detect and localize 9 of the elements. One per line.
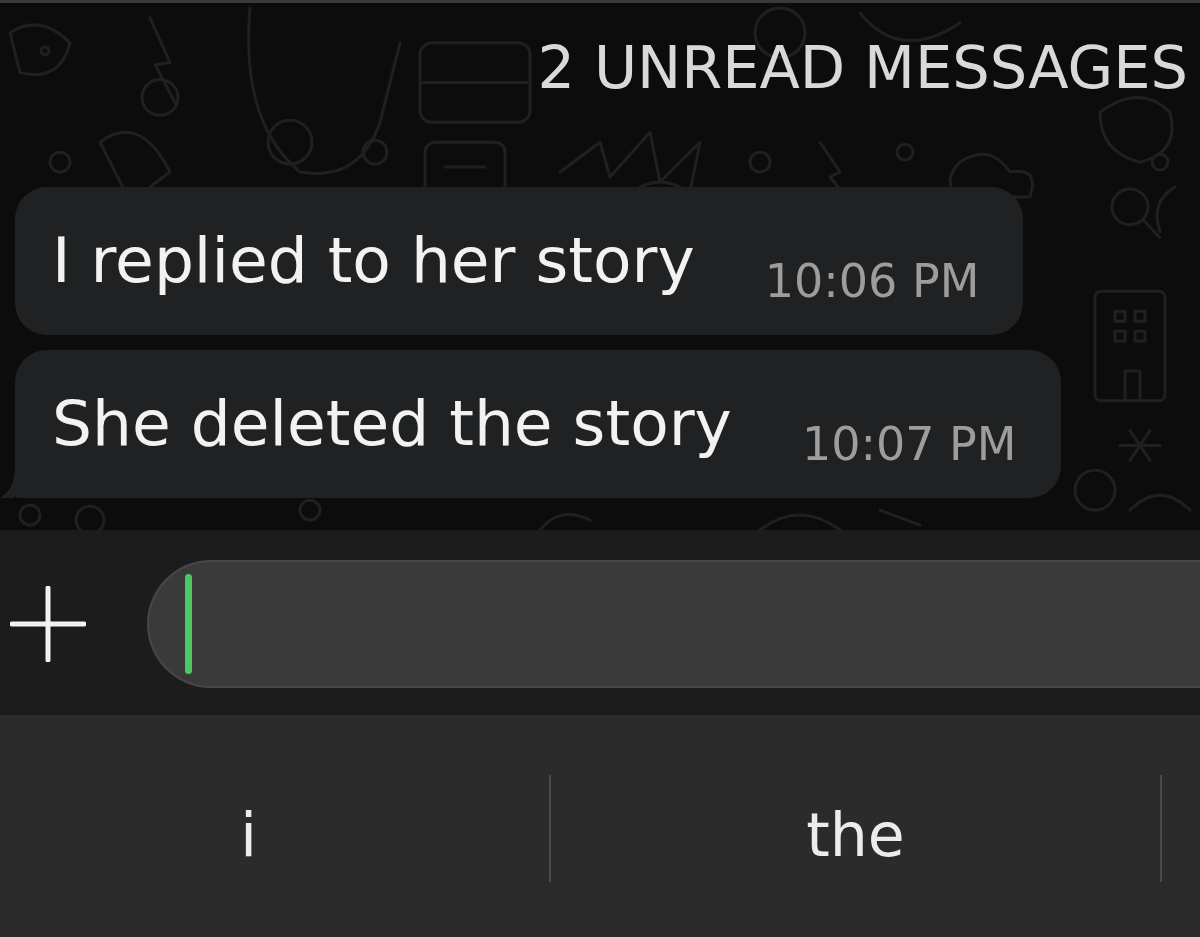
message-time: 10:07 PM [801, 417, 1017, 472]
suggestion-button[interactable]: the [806, 798, 905, 871]
message-text: She deleted the story [52, 386, 732, 462]
unread-messages-label: 2 UNREAD MESSAGES [537, 33, 1188, 103]
suggestion-button[interactable]: i [240, 798, 257, 871]
message-time: 10:06 PM [764, 254, 980, 309]
message-input-field[interactable] [147, 560, 1200, 688]
plus-icon[interactable] [10, 586, 86, 662]
message-text: I replied to her story [52, 223, 695, 299]
